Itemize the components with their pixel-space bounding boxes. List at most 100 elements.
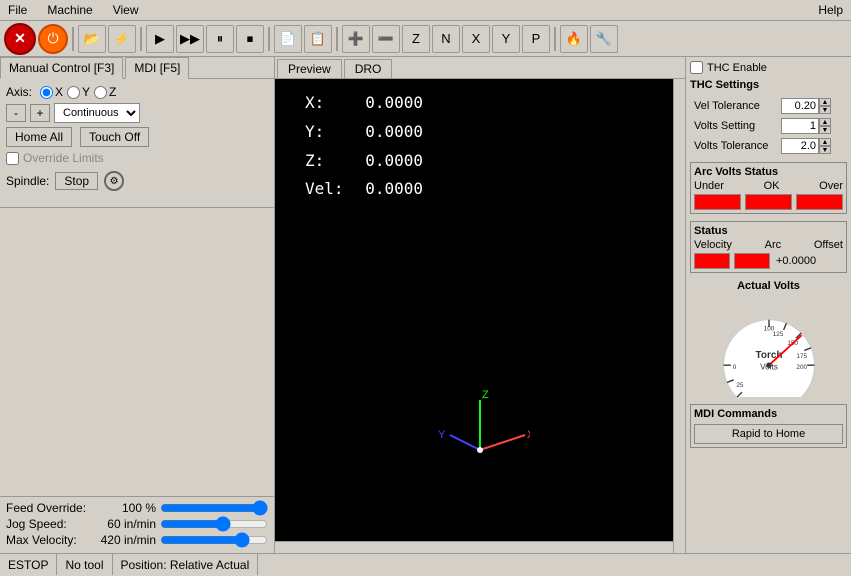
override-limits-checkbox[interactable] bbox=[6, 152, 19, 165]
step-button[interactable]: ⏸ bbox=[206, 25, 234, 53]
volts-setting-down[interactable]: ▼ bbox=[819, 126, 831, 134]
statusbar-estop: ESTOP bbox=[0, 554, 57, 575]
arc-over-label: Over bbox=[819, 180, 843, 192]
stop-run-button[interactable]: ⏹ bbox=[236, 25, 264, 53]
volts-tol-up[interactable]: ▲ bbox=[819, 138, 831, 146]
spindle-gear-icon[interactable]: ⚙ bbox=[104, 171, 124, 191]
toolbar-sep-3 bbox=[268, 27, 270, 51]
spindle-row: Spindle: Stop ⚙ bbox=[6, 171, 268, 191]
power-button[interactable]: ⏻ bbox=[38, 24, 68, 54]
jog-speed-slider[interactable] bbox=[160, 517, 268, 531]
gauge-svg: 0 25 50 75 100 125 bbox=[704, 297, 834, 397]
run-from-button[interactable]: ▶▶ bbox=[176, 25, 204, 53]
menu-help[interactable]: Help bbox=[814, 2, 847, 18]
axis-y-label: Y bbox=[82, 85, 90, 99]
svg-text:175: 175 bbox=[796, 353, 807, 360]
p-button[interactable]: P bbox=[522, 25, 550, 53]
max-velocity-row: Max Velocity: 420 in/min bbox=[6, 533, 268, 547]
jog-speed-row: Jog Speed: 60 in/min bbox=[6, 517, 268, 531]
touch-button[interactable]: 📄 bbox=[274, 25, 302, 53]
add-button[interactable]: ➕ bbox=[342, 25, 370, 53]
menu-file[interactable]: File bbox=[4, 2, 31, 18]
dro-x-row: X: 0.0000 bbox=[305, 89, 423, 118]
feed-override-slider[interactable] bbox=[160, 501, 268, 515]
statusbar-tool: No tool bbox=[57, 554, 112, 575]
vel-tol-down[interactable]: ▼ bbox=[819, 106, 831, 114]
open-button[interactable]: 📂 bbox=[78, 25, 106, 53]
run-button[interactable]: ▶ bbox=[146, 25, 174, 53]
volts-tol-input[interactable] bbox=[781, 138, 819, 154]
tab-dro[interactable]: DRO bbox=[344, 59, 393, 78]
touch-off-button[interactable]: Touch Off bbox=[80, 127, 149, 147]
stop-button[interactable]: Stop bbox=[55, 172, 98, 190]
vel-tol-row: Vel Tolerance ▲ ▼ bbox=[692, 97, 845, 115]
svg-text:125: 125 bbox=[772, 331, 783, 338]
menu-view[interactable]: View bbox=[109, 2, 143, 18]
dro-x-val: 0.0000 bbox=[343, 89, 423, 118]
dro-y-val: 0.0000 bbox=[343, 118, 423, 147]
actual-volts-title: Actual Volts bbox=[690, 280, 847, 292]
status-labels: Velocity Arc Offset bbox=[694, 239, 843, 251]
z-button[interactable]: Z bbox=[402, 25, 430, 53]
override-limits-label: Override Limits bbox=[23, 151, 104, 165]
svg-text:Z: Z bbox=[482, 390, 489, 401]
arc-ok-box bbox=[745, 194, 792, 210]
mdi-section: MDI Commands Rapid to Home bbox=[690, 404, 847, 448]
estop-button[interactable]: ✕ bbox=[4, 23, 36, 55]
rapid-to-home-button[interactable]: Rapid to Home bbox=[694, 424, 843, 444]
toolbar-sep-4 bbox=[336, 27, 338, 51]
toolbar-sep-2 bbox=[140, 27, 142, 51]
axis-x-radio[interactable] bbox=[40, 86, 53, 99]
status-velocity-label: Velocity bbox=[694, 239, 732, 251]
reload-button[interactable]: ⚡ bbox=[108, 25, 136, 53]
volts-tol-spinbox: ▲ ▼ bbox=[779, 137, 845, 155]
tab-preview[interactable]: Preview bbox=[277, 59, 342, 78]
jog-plus-button[interactable]: + bbox=[30, 104, 50, 122]
max-velocity-label: Max Velocity: bbox=[6, 533, 96, 547]
volts-tol-down[interactable]: ▼ bbox=[819, 146, 831, 154]
remove-button[interactable]: ➖ bbox=[372, 25, 400, 53]
x-icon: X bbox=[472, 31, 481, 46]
torch-button[interactable]: 🔥 bbox=[560, 25, 588, 53]
vel-tol-input[interactable] bbox=[781, 98, 819, 114]
tool-table-button[interactable]: 📋 bbox=[304, 25, 332, 53]
axis-z-radio[interactable] bbox=[94, 86, 107, 99]
p-icon: P bbox=[532, 31, 541, 46]
add-icon: ➕ bbox=[348, 31, 364, 47]
n-button[interactable]: N bbox=[432, 25, 460, 53]
y-button[interactable]: Y bbox=[492, 25, 520, 53]
volts-setting-up[interactable]: ▲ bbox=[819, 118, 831, 126]
gauge-container: 0 25 50 75 100 125 bbox=[690, 297, 847, 397]
dro-vel-axis: Vel: bbox=[305, 175, 335, 204]
scrollbar-vertical[interactable] bbox=[673, 79, 685, 553]
jog-speed-value: 60 in/min bbox=[96, 517, 156, 531]
menu-machine[interactable]: Machine bbox=[43, 2, 96, 18]
jog-mode-select[interactable]: Continuous bbox=[54, 103, 140, 123]
torch-icon: 🔥 bbox=[566, 31, 582, 47]
settings-button[interactable]: 🔧 bbox=[590, 25, 618, 53]
axis-y-radio[interactable] bbox=[67, 86, 80, 99]
scrollbar-horizontal[interactable] bbox=[275, 541, 673, 553]
axes-3d-display: Z X Y bbox=[430, 390, 530, 473]
thc-enable-checkbox[interactable] bbox=[690, 61, 703, 74]
tab-mdi[interactable]: MDI [F5] bbox=[125, 57, 189, 79]
toolbar-sep-1 bbox=[72, 27, 74, 51]
arc-over-box bbox=[796, 194, 843, 210]
touch-icon: 📄 bbox=[280, 31, 296, 47]
svg-text:200: 200 bbox=[796, 364, 807, 371]
max-velocity-value: 420 in/min bbox=[96, 533, 156, 547]
step-icon: ⏸ bbox=[217, 31, 224, 47]
jog-minus-button[interactable]: - bbox=[6, 104, 26, 122]
tab-manual[interactable]: Manual Control [F3] bbox=[0, 57, 123, 79]
vel-tol-up[interactable]: ▲ bbox=[819, 98, 831, 106]
x-button[interactable]: X bbox=[462, 25, 490, 53]
home-all-button[interactable]: Home All bbox=[6, 127, 72, 147]
preview-area: X: 0.0000 Y: 0.0000 Z: 0.0000 Vel: 0.000… bbox=[275, 79, 685, 553]
max-velocity-slider[interactable] bbox=[160, 533, 268, 547]
volts-setting-input[interactable] bbox=[781, 118, 819, 134]
axis-row: Axis: X Y Z bbox=[6, 85, 268, 99]
jog-speed-label: Jog Speed: bbox=[6, 517, 96, 531]
axis-y-radio-label: Y bbox=[67, 85, 90, 99]
arc-volts-boxes bbox=[694, 194, 843, 210]
arc-volts-labels: Under OK Over bbox=[694, 180, 843, 192]
